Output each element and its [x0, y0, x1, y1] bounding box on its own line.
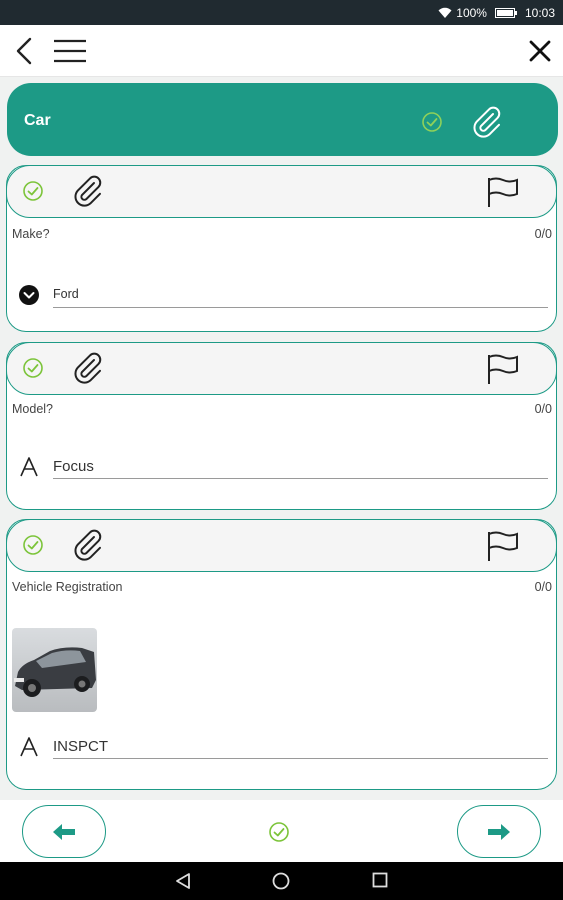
check-circle-icon[interactable]	[421, 111, 443, 133]
question-label: Make?	[12, 227, 50, 241]
check-circle-icon[interactable]	[22, 534, 44, 556]
attachment-count: 0/0	[534, 402, 552, 416]
previous-button[interactable]	[22, 805, 106, 858]
make-dropdown[interactable]: Ford	[53, 282, 548, 308]
chevron-down-circle-icon[interactable]	[18, 284, 40, 306]
question-label: Vehicle Registration	[12, 580, 123, 594]
question-card-model: Model? 0/0 Focus	[6, 342, 557, 510]
check-circle-icon[interactable]	[268, 821, 290, 843]
check-circle-icon[interactable]	[22, 357, 44, 379]
question-card-registration: Vehicle Registration 0/0 INSPCT	[6, 519, 557, 790]
check-circle-icon[interactable]	[22, 180, 44, 202]
arrow-right-icon	[488, 823, 510, 840]
footer-bar	[0, 800, 563, 862]
flag-icon[interactable]	[486, 176, 520, 208]
flag-icon[interactable]	[486, 353, 520, 385]
text-type-icon	[20, 457, 38, 477]
vehicle-photo-thumbnail[interactable]	[12, 628, 97, 712]
hamburger-menu-icon[interactable]	[53, 39, 87, 63]
attachment-count: 0/0	[534, 580, 552, 594]
system-nav-bar	[0, 862, 563, 900]
paperclip-icon[interactable]	[469, 105, 503, 139]
section-title: Car	[24, 112, 51, 129]
close-icon[interactable]	[527, 38, 553, 64]
wifi-icon	[438, 7, 452, 18]
status-bar: 100% 10:03	[0, 0, 563, 25]
paperclip-icon[interactable]	[70, 528, 104, 562]
section-header[interactable]: Car	[7, 83, 558, 156]
paperclip-icon[interactable]	[70, 351, 104, 385]
arrow-left-icon	[53, 823, 75, 840]
battery-icon	[494, 8, 517, 18]
next-button[interactable]	[457, 805, 541, 858]
nav-recents-icon[interactable]	[372, 872, 388, 888]
question-toolbar	[6, 342, 557, 395]
question-label: Model?	[12, 402, 53, 416]
attachment-count: 0/0	[534, 227, 552, 241]
flag-icon[interactable]	[486, 530, 520, 562]
question-toolbar	[6, 519, 557, 572]
nav-back-icon[interactable]	[175, 872, 191, 890]
nav-home-icon[interactable]	[272, 872, 290, 890]
question-toolbar	[6, 165, 557, 218]
chevron-left-icon[interactable]	[12, 37, 36, 65]
battery-percent: 100%	[456, 6, 487, 20]
app-bar	[0, 25, 563, 77]
question-card-make: Make? 0/0 Ford	[6, 165, 557, 332]
paperclip-icon[interactable]	[70, 174, 104, 208]
clock: 10:03	[524, 6, 555, 20]
registration-input[interactable]: INSPCT	[53, 733, 548, 759]
text-type-icon	[20, 737, 38, 757]
model-input[interactable]: Focus	[53, 453, 548, 479]
